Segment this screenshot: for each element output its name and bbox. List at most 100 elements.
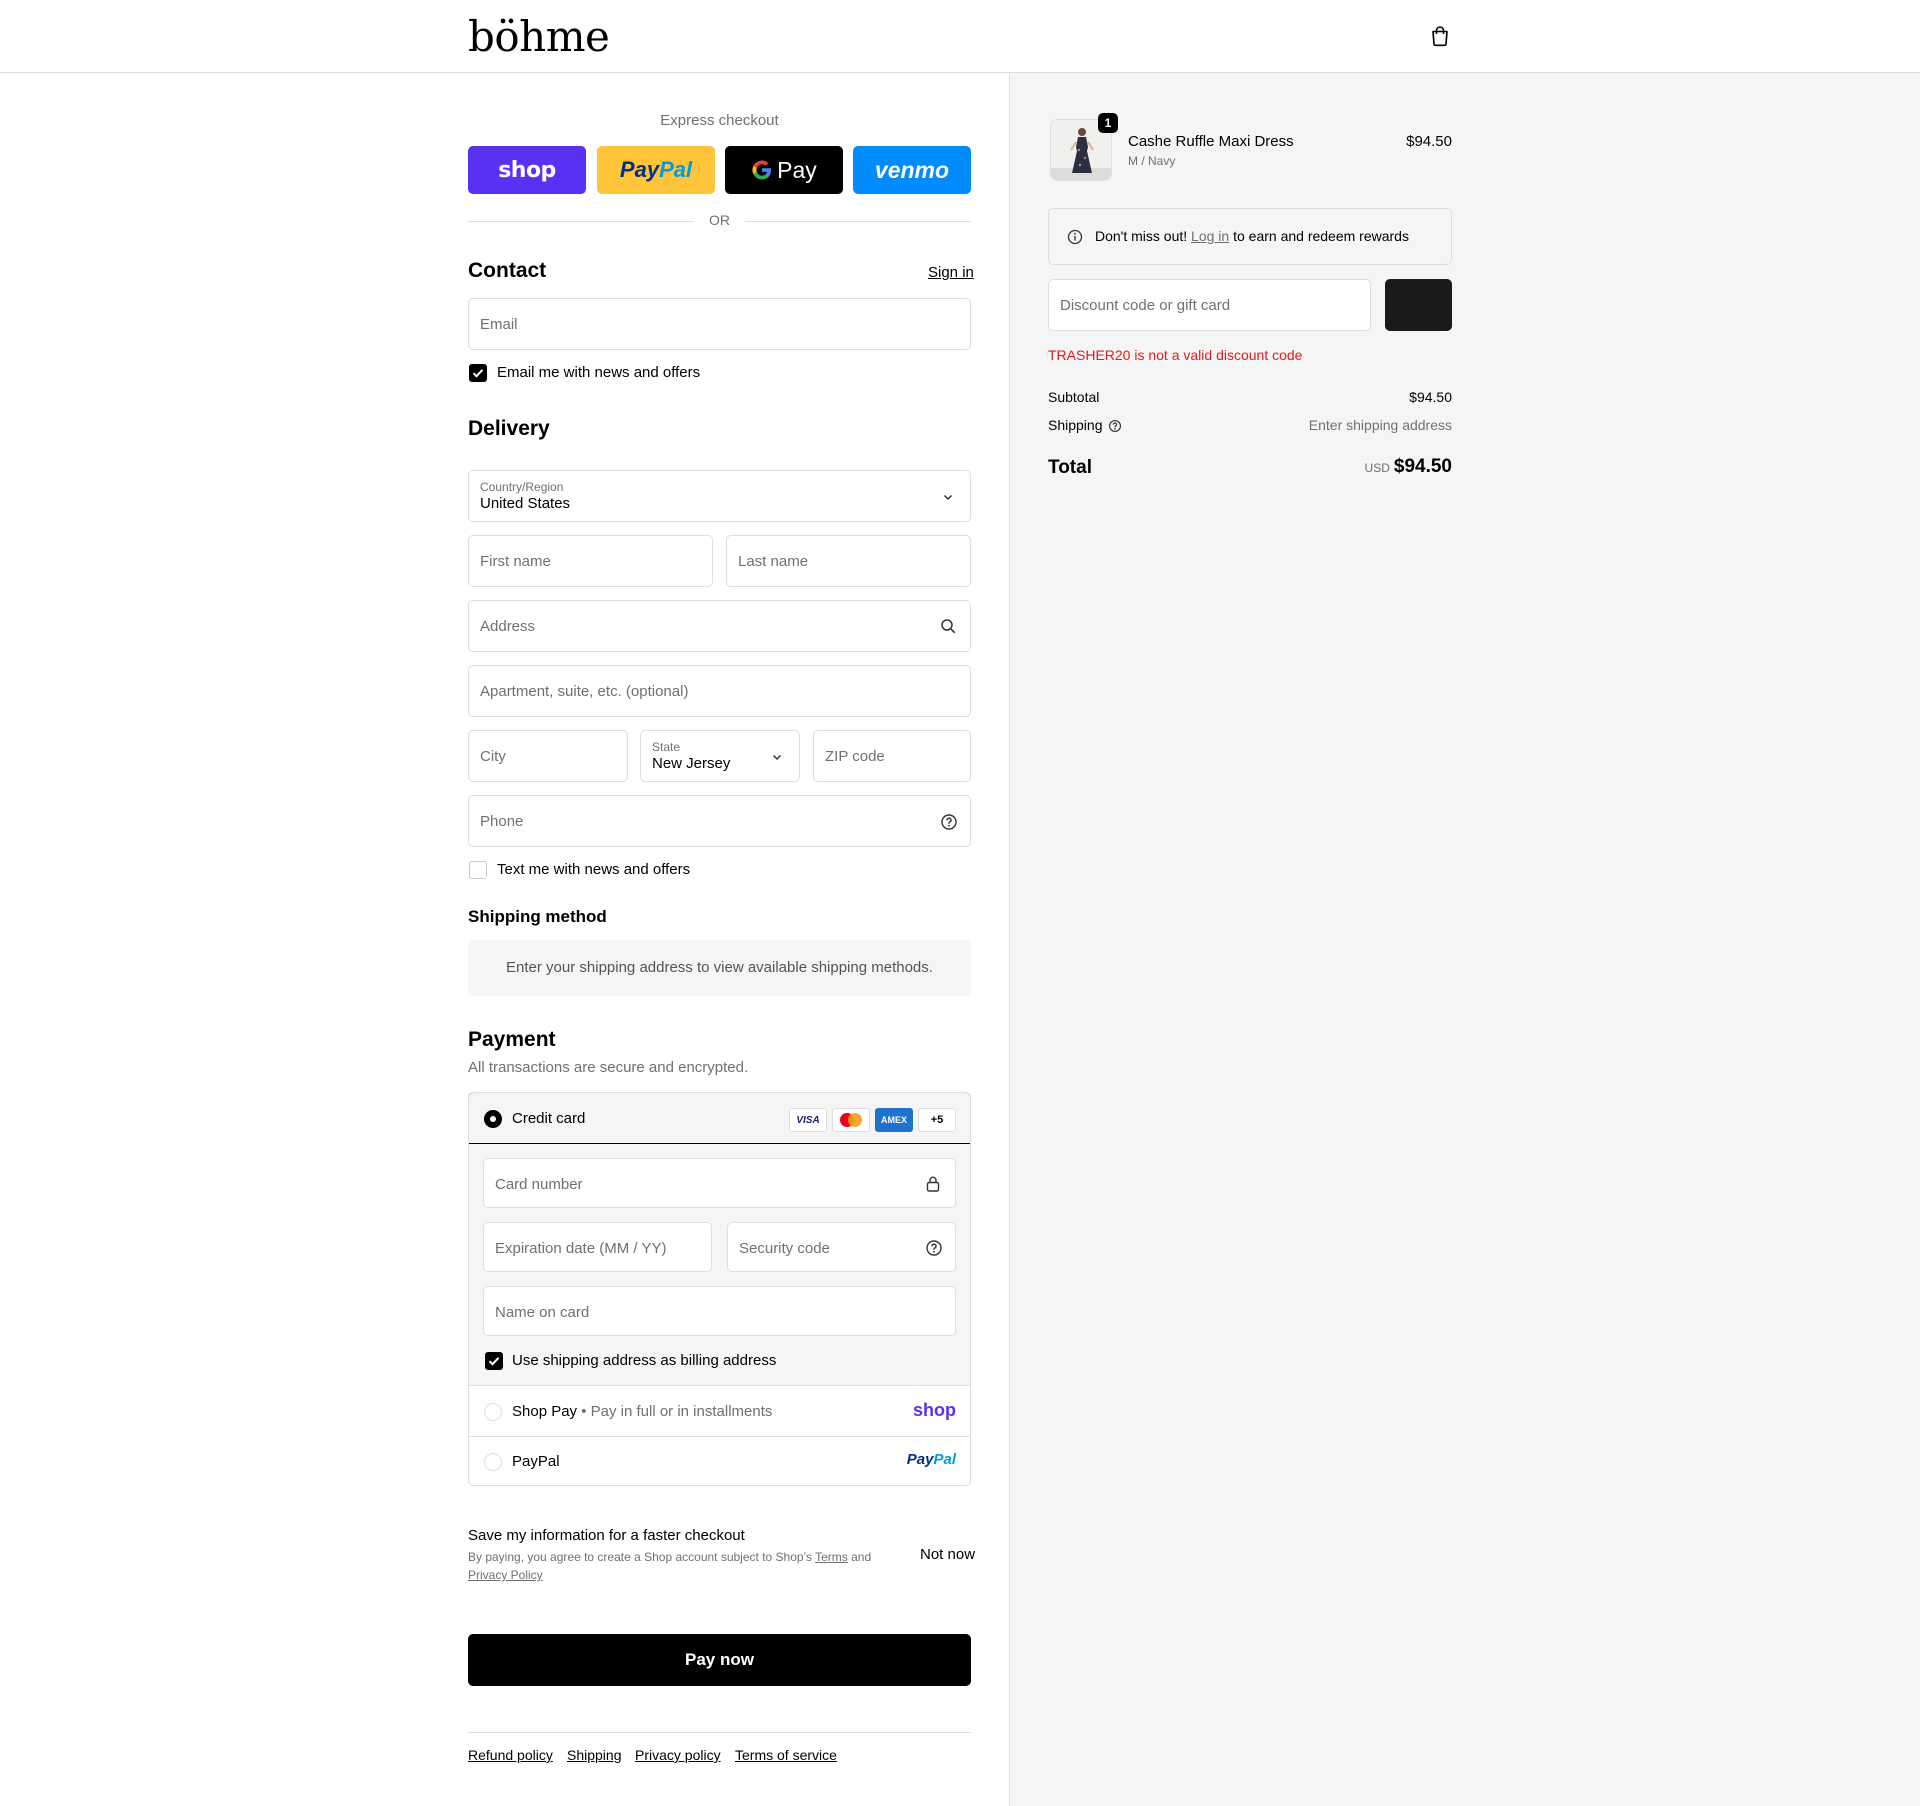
shipping-value: Enter shipping address <box>1308 417 1452 433</box>
venmo-logo: venmo <box>874 156 950 183</box>
expiration-field[interactable]: Expiration date (MM / YY) <box>483 1222 712 1272</box>
log-in-link[interactable]: Log in <box>1191 228 1229 244</box>
paypal-option[interactable]: PayPal PayPal <box>469 1437 970 1485</box>
checkmark-icon <box>488 1357 500 1366</box>
address-placeholder: Address <box>480 618 536 635</box>
billing-same-label: Use shipping address as billing address <box>512 1352 777 1369</box>
discount-error: TRASHER20 is not a valid discount code <box>1048 347 1303 363</box>
subtotal-label: Subtotal <box>1048 389 1100 405</box>
privacy-policy-link[interactable]: Privacy Policy <box>468 1568 543 1582</box>
paypal-logo-pay: Pay <box>906 1451 934 1468</box>
lock-icon <box>926 1176 940 1192</box>
save-info-terms: By paying, you agree to create a Shop ac… <box>468 1548 888 1584</box>
shipping-method-notice: Enter your shipping address to view avai… <box>468 940 971 996</box>
shop-pay-label: Shop Pay <box>512 1403 578 1420</box>
more-brands-badge: +5 <box>918 1108 956 1132</box>
phone-field[interactable]: Phone <box>468 795 971 847</box>
paypal-logo: PayPal <box>907 1451 956 1468</box>
apartment-placeholder: Apartment, suite, etc. (optional) <box>480 683 689 700</box>
address-field[interactable]: Address <box>468 600 971 652</box>
country-label: Country/Region <box>480 480 564 494</box>
footer-divider <box>468 1732 971 1733</box>
shopping-bag-icon[interactable] <box>1428 24 1452 48</box>
rewards-suffix: to earn and redeem rewards <box>1229 228 1409 244</box>
payment-methods: Credit card VISA AMEX +5 Card number Exp… <box>468 1092 971 1486</box>
shop-pay-sublabel: Pay in full or in installments <box>590 1403 773 1420</box>
apartment-field[interactable]: Apartment, suite, etc. (optional) <box>468 665 971 717</box>
or-label: OR <box>709 212 730 228</box>
quantity-badge: 1 <box>1098 113 1118 133</box>
express-checkout-label: Express checkout <box>660 112 779 129</box>
state-select[interactable]: State New Jersey <box>640 730 800 782</box>
paypal-logo-pay: Pay <box>619 157 660 182</box>
amex-logo: AMEX <box>875 1108 913 1132</box>
rewards-banner: Don't miss out! Log in to earn and redee… <box>1048 208 1452 265</box>
refund-policy-link[interactable]: Refund policy <box>468 1747 553 1763</box>
payment-subtitle: All transactions are secure and encrypte… <box>468 1059 749 1076</box>
country-select[interactable]: Country/Region United States <box>468 470 971 522</box>
security-code-placeholder: Security code <box>739 1240 830 1257</box>
zip-field[interactable]: ZIP code <box>813 730 971 782</box>
chevron-down-icon <box>772 754 782 761</box>
credit-card-radio[interactable] <box>484 1110 502 1128</box>
google-pay-express-button[interactable]: Pay <box>725 146 843 194</box>
shipping-label: Shipping <box>1048 417 1103 433</box>
checkmark-icon <box>472 369 484 378</box>
zip-placeholder: ZIP code <box>825 748 885 765</box>
shipping-policy-link[interactable]: Shipping <box>567 1747 622 1763</box>
gpay-label: Pay <box>777 156 817 183</box>
first-name-field[interactable]: First name <box>468 535 713 587</box>
city-field[interactable]: City <box>468 730 628 782</box>
shop-logo: shop <box>498 157 556 183</box>
or-divider: OR <box>468 212 971 230</box>
venmo-express-button[interactable]: venmo <box>853 146 971 194</box>
paypal-express-button[interactable]: Pay Pal <box>597 146 715 194</box>
state-label: State <box>652 740 681 754</box>
city-placeholder: City <box>480 748 506 765</box>
mastercard-circles-icon <box>840 1113 862 1127</box>
phone-placeholder: Phone <box>480 813 524 830</box>
name-on-card-field[interactable]: Name on card <box>483 1286 956 1336</box>
header: böhme <box>0 0 1920 73</box>
email-field[interactable]: Email <box>468 298 971 350</box>
credit-card-label: Credit card <box>512 1110 586 1127</box>
item-name: Cashe Ruffle Maxi Dress <box>1128 133 1294 150</box>
shop-pay-express-button[interactable]: shop <box>468 146 586 194</box>
pay-now-button[interactable]: Pay now <box>468 1634 971 1686</box>
state-value: New Jersey <box>652 755 731 772</box>
credit-card-option[interactable]: Credit card VISA AMEX +5 <box>469 1093 970 1144</box>
search-icon[interactable] <box>940 618 957 635</box>
country-value: United States <box>480 495 571 512</box>
credit-card-form: Card number Expiration date (MM / YY) Se… <box>469 1144 970 1386</box>
terms-link[interactable]: Terms <box>815 1550 848 1564</box>
card-number-field[interactable]: Card number <box>483 1158 956 1208</box>
contact-heading: Contact <box>468 259 547 282</box>
name-on-card-placeholder: Name on card <box>495 1304 590 1321</box>
shop-pay-radio[interactable] <box>484 1403 502 1421</box>
privacy-policy-footer-link[interactable]: Privacy policy <box>635 1747 721 1763</box>
help-icon[interactable] <box>940 813 958 831</box>
expiration-placeholder: Expiration date (MM / YY) <box>495 1240 667 1257</box>
paypal-radio[interactable] <box>484 1453 502 1471</box>
newsletter-checkbox[interactable] <box>469 364 487 382</box>
email-placeholder: Email <box>480 316 518 333</box>
terms-and: and <box>847 1550 872 1564</box>
terms-of-service-link[interactable]: Terms of service <box>735 1747 837 1763</box>
newsletter-label: Email me with news and offers <box>497 364 701 381</box>
not-now-button[interactable]: Not now <box>920 1546 975 1563</box>
sms-checkbox[interactable] <box>469 861 487 879</box>
last-name-field[interactable]: Last name <box>726 535 971 587</box>
help-icon[interactable] <box>1108 419 1122 433</box>
store-logo[interactable]: böhme <box>468 12 610 61</box>
billing-same-checkbox[interactable] <box>485 1352 503 1370</box>
item-price: $94.50 <box>1406 133 1452 150</box>
payment-heading: Payment <box>468 1028 556 1051</box>
discount-code-field[interactable]: Discount code or gift card <box>1048 279 1371 331</box>
subtotal-value: $94.50 <box>1409 389 1452 405</box>
apply-discount-button[interactable] <box>1385 279 1452 331</box>
security-code-field[interactable]: Security code <box>727 1222 956 1272</box>
google-g-icon <box>752 160 772 180</box>
sign-in-link[interactable]: Sign in <box>928 264 974 281</box>
shop-pay-option[interactable]: Shop Pay • Pay in full or in installment… <box>469 1387 970 1437</box>
help-icon[interactable] <box>925 1239 943 1257</box>
